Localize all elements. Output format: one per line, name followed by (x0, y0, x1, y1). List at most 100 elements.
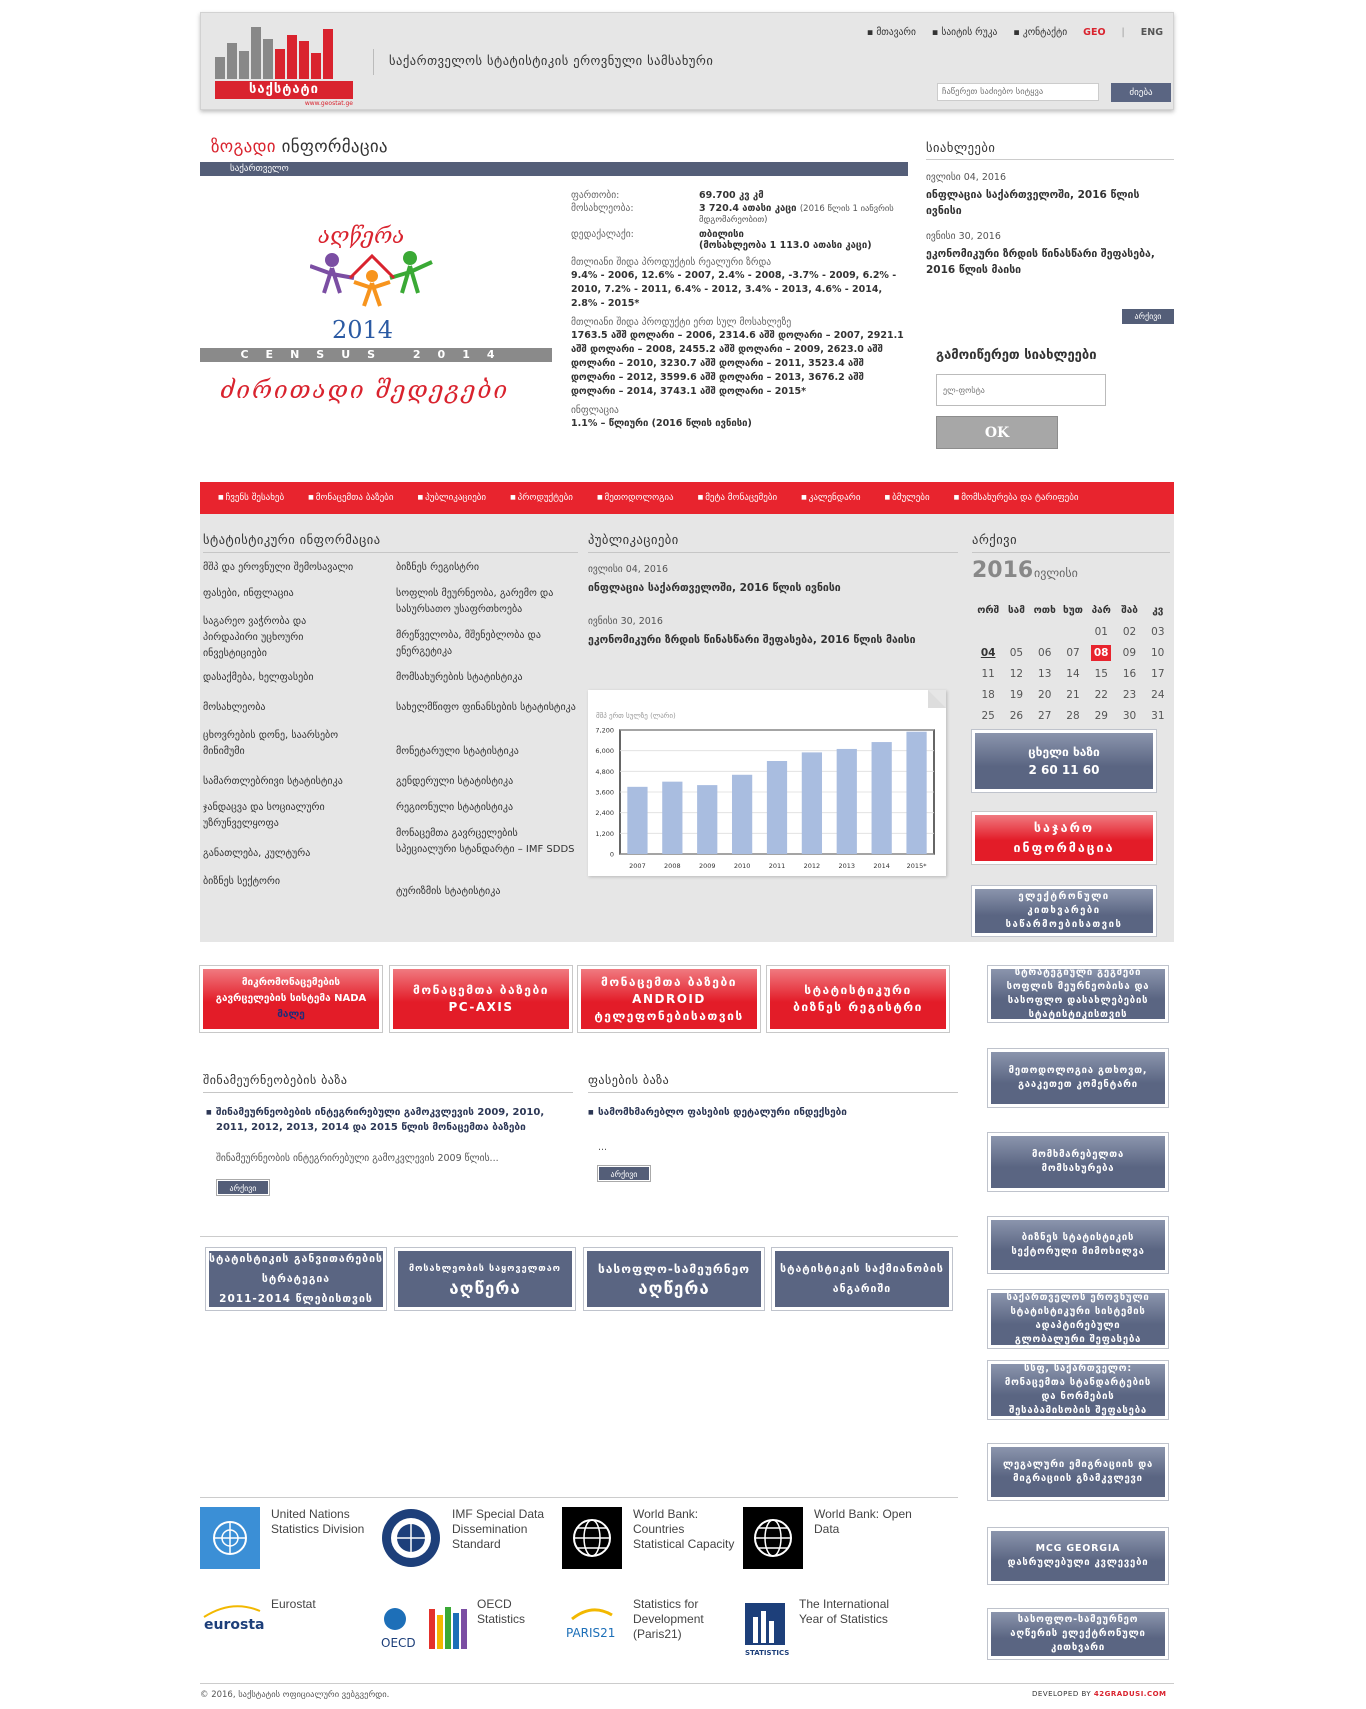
nav-about[interactable]: ჩვენს შესახებ (218, 493, 308, 503)
news-link[interactable]: ეკონომიკური ზრდის წინასწარი შეფასება, 20… (926, 246, 1174, 278)
calendar-day[interactable]: 16 (1115, 668, 1143, 680)
calendar-day[interactable]: 21 (1059, 689, 1087, 701)
right-link-box[interactable]: ლეგალური ემიგრაციის და მიგრაციის გზამკვლ… (987, 1443, 1169, 1501)
subscribe-ok-button[interactable]: OK (936, 416, 1058, 449)
calendar-day[interactable]: 13 (1031, 668, 1059, 680)
email-field[interactable] (936, 374, 1106, 406)
stat-link[interactable]: საგარეო ვაჭრობა და პირდაპირი უცხოური ინვ… (203, 614, 363, 662)
calendar-day[interactable]: 29 (1087, 710, 1115, 722)
calendar-day[interactable]: 06 (1031, 647, 1059, 659)
partner-imf[interactable]: IMF Special Data Dissemination Standard (381, 1507, 557, 1577)
stat-link[interactable]: ჯანდაცვა და სოციალური უზრუნველყოფა (203, 800, 363, 832)
stat-link[interactable]: სახელმწიფო ფინანსების სტატისტიკა (396, 700, 576, 716)
strategy-button[interactable]: სტატისტიკის საქმიანობის ანგარიში (771, 1247, 953, 1311)
site-logo[interactable]: საქსტატი www.geostat.ge (213, 19, 353, 107)
census-banner[interactable]: აღწერა 2014 CENSUS 2014 ძირითადი შედეგებ… (200, 216, 552, 428)
publication-link[interactable]: ინფლაცია საქართველოში, 2016 წლის ივნისი (588, 580, 948, 596)
calendar-day[interactable]: 18 (974, 689, 1002, 701)
nav-contact[interactable]: ▪ კონტაქტი (1013, 27, 1067, 38)
stat-link[interactable]: სოფლის მეურნეობა, გარემო და სასურსათო უს… (396, 586, 576, 618)
calendar-day[interactable]: 07 (1059, 647, 1087, 659)
right-link-box[interactable]: ბიზნეს სტატისტიკის სექტორული მიმოხილვა (987, 1216, 1169, 1274)
calendar-day[interactable]: 28 (1059, 710, 1087, 722)
partner-paris21[interactable]: PARIS21 Statistics for Development (Pari… (562, 1597, 738, 1667)
nav-calendar[interactable]: კალენდარი (801, 493, 884, 503)
prices-archive-button[interactable]: არქივი (597, 1165, 651, 1182)
stat-link[interactable]: ცხოვრების დონე, საარსებო მინიმუმი (203, 728, 363, 760)
calendar-day[interactable]: 25 (974, 710, 1002, 722)
stat-link[interactable]: მშპ და ეროვნული შემოსავალი (203, 560, 363, 576)
nav-products[interactable]: პროდუქტები (510, 493, 597, 503)
publication-item[interactable]: ივნისი 30, 2016 ეკონომიკური ზრდის წინასწ… (588, 616, 948, 648)
calendar-day[interactable]: 03 (1144, 626, 1172, 638)
strategy-button[interactable]: სასოფლო-სამეურნეო აღწერა (583, 1247, 765, 1311)
stat-link[interactable]: ბიზნეს სექტორი (203, 874, 363, 890)
partner-worldbank-opendata[interactable]: World Bank: Open Data (743, 1507, 919, 1577)
news-item[interactable]: ივნისი 30, 2016 ეკონომიკური ზრდის წინასწ… (926, 231, 1174, 278)
calendar-day[interactable]: 30 (1115, 710, 1143, 722)
right-link-box[interactable]: სტრატეგიული გეგმები სოფლის მეურნეობისა დ… (987, 965, 1169, 1023)
right-link-box[interactable]: სსფ, საქართველო: მონაცემთა სტანდარტების … (987, 1360, 1169, 1420)
nav-sitemap[interactable]: ▪ საიტის რუკა (932, 27, 997, 38)
partner-worldbank-capacity[interactable]: World Bank: Countries Statistical Capaci… (562, 1507, 738, 1577)
lang-eng[interactable]: ENG (1141, 27, 1163, 38)
partner-un[interactable]: United Nations Statistics Division (200, 1507, 376, 1577)
strategy-button[interactable]: სტატისტიკის განვითარების სტრატეგია 2011-20… (205, 1247, 387, 1311)
publication-link[interactable]: ეკონომიკური ზრდის წინასწარი შეფასება, 20… (588, 632, 948, 648)
nav-methodology[interactable]: მეთოდოლოგია (597, 493, 698, 503)
database-button[interactable]: მონაცემთა ბაზები ANDROID ტელეფონებისათვის (577, 965, 761, 1033)
calendar-day[interactable]: 24 (1144, 689, 1172, 701)
stat-link[interactable]: რეგიონული სტატისტიკა (396, 800, 576, 816)
calendar-day[interactable]: 23 (1115, 689, 1143, 701)
calendar-day[interactable]: 27 (1031, 710, 1059, 722)
right-link-box[interactable]: მეთოდოლოგია გთხოვთ, გააკეთეთ კომენტარი (987, 1048, 1169, 1108)
prices-db-link[interactable]: სამომხმარებლო ფასების დეტალური ინდექსები (588, 1105, 954, 1120)
stat-link[interactable]: ბიზნეს რეგისტრი (396, 560, 576, 576)
nav-databases[interactable]: მონაცემთა ბაზები (308, 493, 417, 503)
stat-link[interactable]: მონაცემთა გავრცელების სპეციალური სტანდარ… (396, 826, 576, 858)
calendar-day[interactable]: 14 (1059, 668, 1087, 680)
stat-link[interactable]: ფასები, ინფლაცია (203, 586, 363, 602)
stat-link[interactable]: მომსახურების სტატისტიკა (396, 670, 576, 686)
calendar-day[interactable]: 02 (1115, 626, 1143, 638)
search-button[interactable]: ძიება (1111, 83, 1171, 102)
partner-intl-year[interactable]: STATISTICS The International Year of Sta… (743, 1597, 919, 1667)
households-archive-button[interactable]: არქივი (216, 1179, 270, 1196)
calendar-day[interactable]: 05 (1002, 647, 1030, 659)
right-link-box[interactable]: მომხმარებელთა მომსახურება (987, 1132, 1169, 1192)
households-db-link[interactable]: შინამეურნეობების ინტეგრირებული გამოკვლევ… (206, 1105, 572, 1135)
developer-link[interactable]: 42GRADUSI.COM (1094, 1690, 1167, 1698)
stat-link[interactable]: ტურიზმის სტატისტიკა (396, 884, 576, 900)
nav-services[interactable]: მომსახურება და ტარიფები (954, 493, 1103, 503)
calendar-day[interactable]: 04 (974, 647, 1002, 659)
calendar-day[interactable]: 31 (1144, 710, 1172, 722)
stat-link[interactable]: მონეტარული სტატისტიკა (396, 744, 576, 760)
strategy-button[interactable]: მოსახლეობის საყოველთაო აღწერა (394, 1247, 576, 1311)
right-link-box[interactable]: სასოფლო-სამეურნეო აღწერის ელექტრონული კი… (987, 1608, 1169, 1660)
public-info-button[interactable]: საჯარო ინფორმაცია (971, 811, 1157, 865)
gdp-chart-card[interactable]: მშპ ერთ სულზე (ლარი) 2007 2008 2009 2010 201… (588, 690, 946, 876)
lang-geo[interactable]: GEO (1083, 27, 1105, 38)
stat-link[interactable]: მოსახლეობა (203, 700, 363, 716)
database-button[interactable]: მიკრომონაცემების გავრცელების სისტემა NADA… (199, 965, 383, 1033)
calendar-day[interactable]: 17 (1144, 668, 1172, 680)
nav-publications[interactable]: პუბლიკაციები (417, 493, 510, 503)
nav-metadata[interactable]: მეტა მონაცემები (698, 493, 802, 503)
stat-link[interactable]: განათლება, კულტურა (203, 846, 363, 862)
nav-home[interactable]: ▪ მთავარი (867, 27, 916, 38)
calendar-day[interactable]: 20 (1031, 689, 1059, 701)
calendar-day[interactable]: 22 (1087, 689, 1115, 701)
nav-links[interactable]: ბმულები (885, 493, 954, 503)
right-link-box[interactable]: საქართველოს ეროვნული სტატისტიკური სისტემ… (987, 1289, 1169, 1349)
stat-link[interactable]: მრეწველობა, მშენებლობა და ენერგეტიკა (396, 628, 576, 660)
stat-link[interactable]: გენდერული სტატისტიკა (396, 774, 576, 790)
calendar-day[interactable]: 09 (1115, 647, 1143, 659)
right-link-box[interactable]: MCG GEORGIA დასრულებული კვლევები (987, 1527, 1169, 1585)
calendar-day[interactable]: 15 (1087, 668, 1115, 680)
publication-item[interactable]: ივლისი 04, 2016 ინფლაცია საქართველოში, 2… (588, 564, 948, 596)
hotline-box[interactable]: ცხელი ხაზი 2 60 11 60 (971, 729, 1157, 793)
calendar-day[interactable]: 19 (1002, 689, 1030, 701)
calendar-day[interactable]: 12 (1002, 668, 1030, 680)
partner-oecd[interactable]: OECD OECD Statistics (381, 1597, 557, 1667)
stat-link[interactable]: სამართლებრივი სტატისტიკა (203, 774, 363, 790)
